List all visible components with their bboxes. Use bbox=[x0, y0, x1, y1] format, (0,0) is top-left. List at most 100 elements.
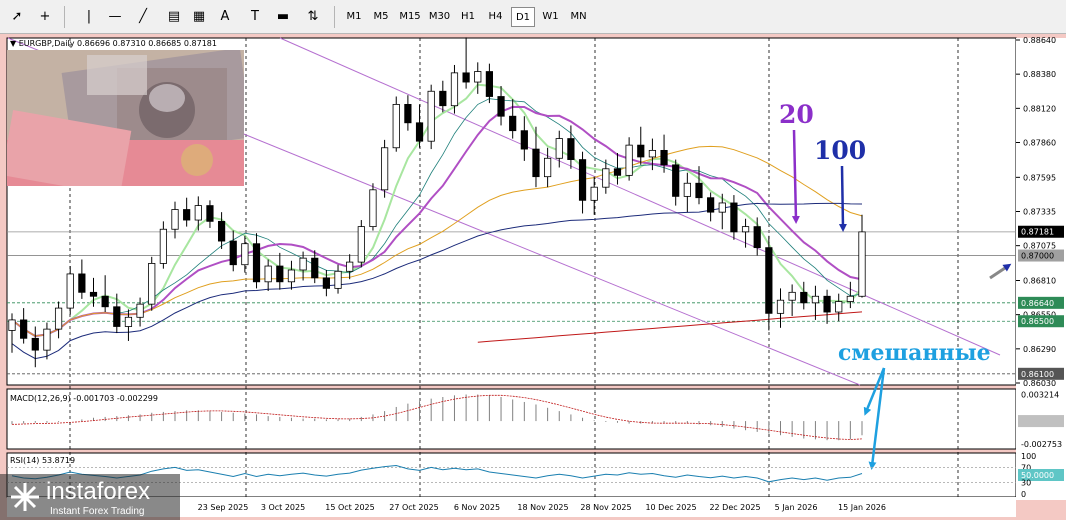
candle-body bbox=[555, 138, 563, 159]
candle-body bbox=[322, 277, 330, 289]
candle-body bbox=[823, 295, 831, 313]
candle-body bbox=[369, 189, 377, 228]
candle-body bbox=[252, 243, 261, 283]
price-tick-label: 0.86810 bbox=[1023, 276, 1056, 285]
candle-body bbox=[415, 122, 424, 142]
candle-body bbox=[159, 228, 167, 264]
candle-body bbox=[637, 144, 645, 158]
instaforex-logo-icon bbox=[8, 480, 42, 514]
candle-body bbox=[776, 299, 785, 314]
candle-body bbox=[217, 220, 226, 242]
candle-body bbox=[648, 149, 657, 158]
candle-body bbox=[357, 226, 365, 263]
price-label: 0.87000 bbox=[1021, 252, 1054, 261]
candle-body bbox=[800, 291, 808, 304]
candle bbox=[369, 183, 377, 231]
candle-body bbox=[392, 103, 400, 149]
candle-body bbox=[835, 301, 843, 313]
candle bbox=[381, 139, 389, 198]
candle-body bbox=[753, 226, 761, 249]
price-label: 0.87181 bbox=[1021, 228, 1054, 237]
macd-label: MACD(12,26,9) -0.001703 -0.002299 bbox=[10, 394, 158, 403]
date-tick-label: 18 Nov 2025 bbox=[517, 503, 568, 512]
mixed-signals-annotation: смешанные bbox=[838, 340, 991, 366]
candle-body bbox=[124, 316, 133, 327]
macd-tick-label: 0.003214 bbox=[1021, 390, 1059, 399]
candle-body bbox=[520, 130, 528, 150]
candle-body bbox=[334, 270, 342, 289]
candle-body bbox=[54, 307, 63, 330]
candle-body bbox=[311, 257, 319, 279]
price-tick-label: 0.88380 bbox=[1023, 70, 1056, 79]
chart-header: ▼ EURGBP,Daily 0.86696 0.87310 0.86685 0… bbox=[10, 39, 217, 48]
candle bbox=[357, 220, 365, 268]
price-tick-label: 0.86290 bbox=[1023, 345, 1056, 354]
price-label: 0.86500 bbox=[1021, 317, 1054, 326]
candle-body bbox=[276, 265, 284, 283]
candle-body bbox=[171, 209, 179, 230]
rsi-tick-label: 100 bbox=[1021, 452, 1036, 461]
candle-body bbox=[43, 328, 51, 351]
candle-body bbox=[660, 149, 668, 166]
candle-body bbox=[194, 205, 202, 221]
candle-body bbox=[509, 115, 517, 132]
rsi-tick-label: 0 bbox=[1021, 490, 1026, 499]
candle-body bbox=[299, 257, 307, 271]
candle-body bbox=[602, 168, 610, 188]
candle-body bbox=[229, 240, 237, 266]
candle-body bbox=[590, 186, 598, 201]
rsi-tick-label: 30 bbox=[1021, 479, 1031, 488]
candle-body bbox=[183, 209, 191, 221]
logo-text: instaforex bbox=[46, 478, 151, 505]
terminal-window: ➚ + | — ╱ ▤ ▦ A T ▬ ⇅ M1 M5 M15 M30 H1 H4 D1 W1 MN 0.88640… bbox=[0, 0, 1066, 520]
date-tick-label: 28 Nov 2025 bbox=[580, 503, 631, 512]
ma100-annotation: 100 bbox=[814, 136, 867, 165]
candle-body bbox=[567, 138, 575, 160]
candle-body bbox=[346, 261, 354, 272]
price-label: 0.86100 bbox=[1021, 370, 1054, 379]
candle-body bbox=[206, 205, 214, 222]
candle-body bbox=[672, 164, 680, 197]
candle-body bbox=[788, 291, 796, 301]
price-tick-label: 0.87075 bbox=[1023, 242, 1056, 251]
price-tick-label: 0.87595 bbox=[1023, 173, 1056, 182]
macd-pane bbox=[6, 388, 1017, 450]
candle-body bbox=[450, 72, 459, 107]
candle-body bbox=[287, 269, 296, 283]
candle-body bbox=[136, 303, 144, 318]
date-tick-label: 15 Oct 2025 bbox=[325, 503, 374, 512]
price-label: 0.86640 bbox=[1021, 299, 1054, 308]
date-tick-label: 23 Sep 2025 bbox=[198, 503, 249, 512]
candle-body bbox=[66, 273, 74, 309]
candle-body bbox=[846, 295, 854, 302]
candle-body bbox=[683, 182, 691, 197]
rsi-label: RSI(14) 53.8719 bbox=[10, 456, 75, 465]
candle-body bbox=[427, 90, 435, 142]
candle-body bbox=[497, 96, 505, 117]
date-tick-label: 6 Nov 2025 bbox=[454, 503, 500, 512]
candle-body bbox=[613, 168, 622, 176]
date-tick-label: 5 Jan 2026 bbox=[775, 503, 818, 512]
macd-tick-label: -0.002753 bbox=[1021, 440, 1062, 449]
candle-body bbox=[474, 71, 482, 83]
price-tick-label: 0.88120 bbox=[1023, 104, 1056, 113]
price-tick-label: 0.86030 bbox=[1023, 379, 1056, 388]
candle-body bbox=[31, 337, 39, 351]
macd-zero-label-bg bbox=[1018, 415, 1064, 428]
date-tick-label: 27 Oct 2025 bbox=[389, 503, 438, 512]
candle-body bbox=[404, 103, 412, 124]
logo-tagline: Instant Forex Trading bbox=[50, 506, 145, 517]
candle-body bbox=[544, 157, 552, 178]
candle-body bbox=[8, 319, 16, 331]
candle-body bbox=[532, 148, 540, 178]
candle-body bbox=[381, 147, 389, 191]
candle-body bbox=[20, 319, 28, 339]
date-tick-label: 15 Jan 2026 bbox=[838, 503, 886, 512]
price-tick-label: 0.87860 bbox=[1023, 139, 1056, 148]
candle-body bbox=[811, 295, 820, 304]
candle-body bbox=[695, 182, 703, 199]
price-tick-label: 0.88640 bbox=[1023, 36, 1056, 45]
candle-body bbox=[439, 90, 447, 107]
candle-body bbox=[89, 291, 98, 297]
currency-photo bbox=[7, 50, 244, 186]
